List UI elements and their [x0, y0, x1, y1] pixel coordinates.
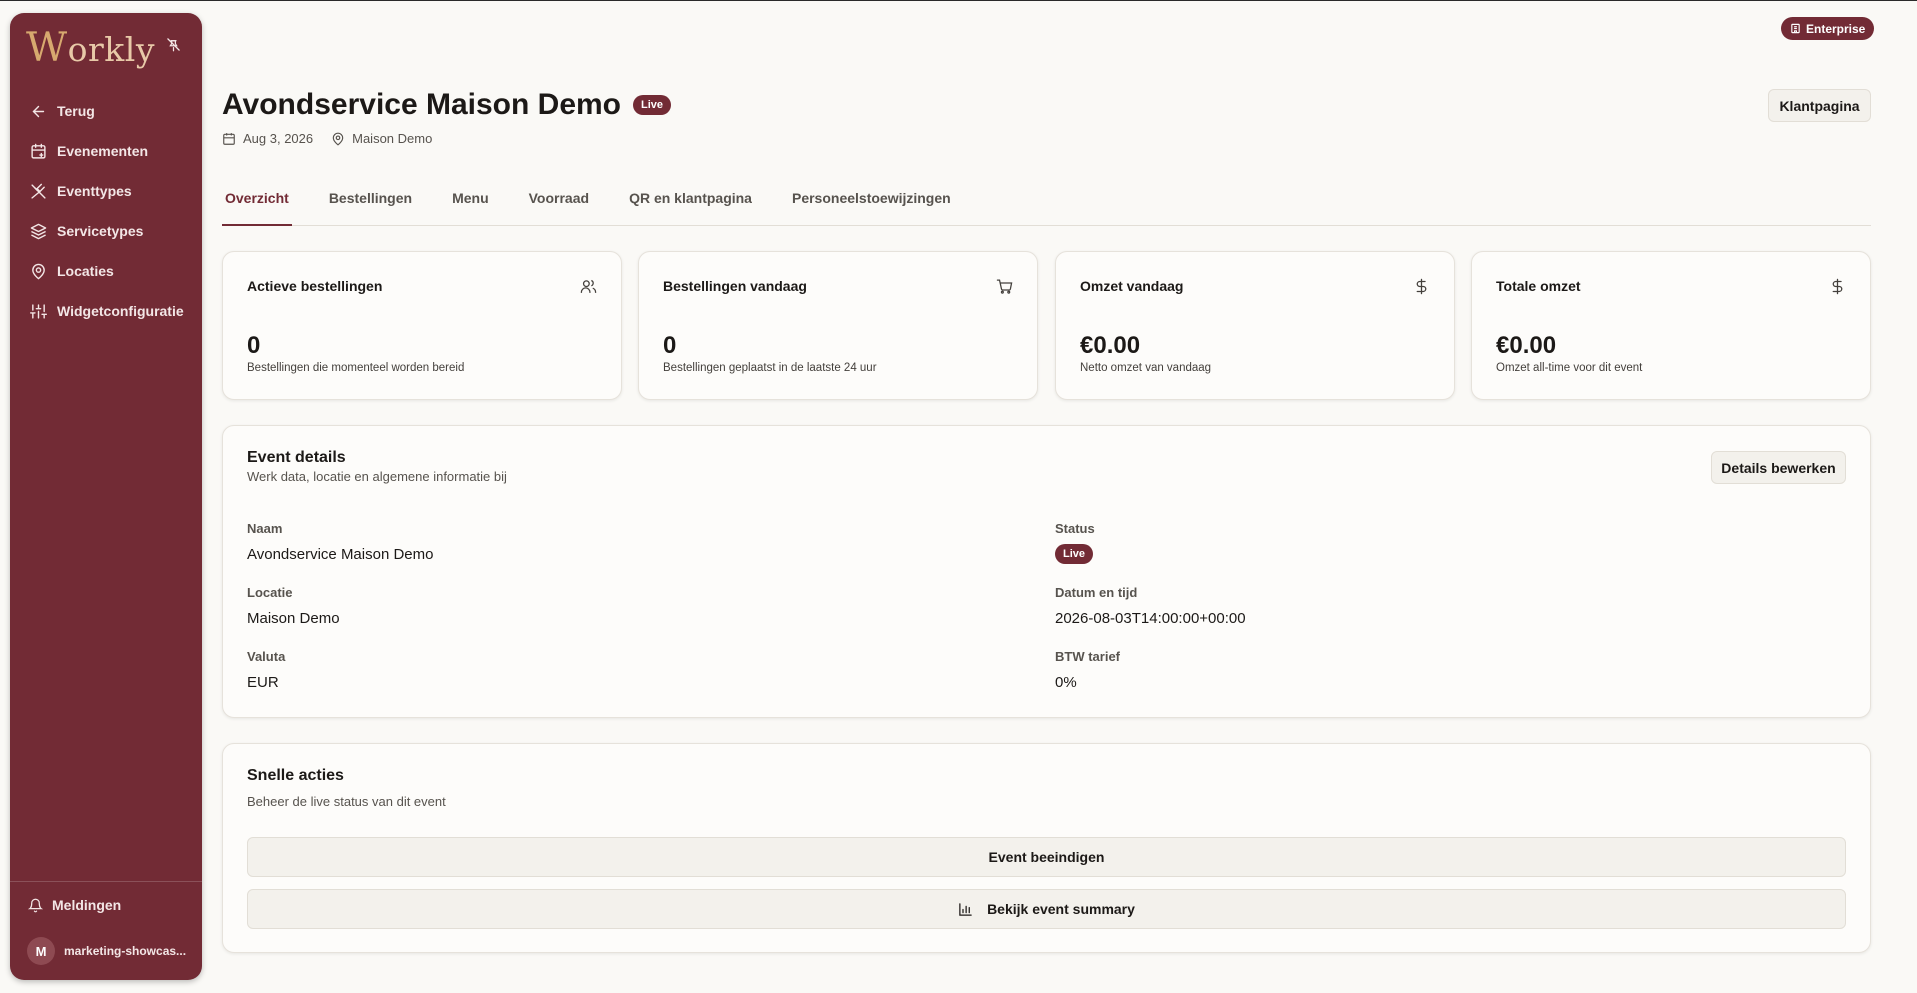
stat-title: Bestellingen vandaag — [663, 278, 807, 294]
tab-bar: Overzicht Bestellingen Menu Voorraad QR … — [222, 184, 1871, 226]
window-top-border — [0, 0, 1917, 1]
notifications-button[interactable]: Meldingen — [28, 897, 121, 913]
stat-value: €0.00 — [1080, 332, 1141, 359]
map-pin-icon — [332, 132, 344, 146]
event-summary-label: Bekijk event summary — [987, 901, 1135, 917]
sidebar-item-label: Widgetconfiguratie — [57, 303, 184, 319]
datetime-label: Datum en tijd — [1055, 585, 1138, 600]
tab-voorraad[interactable]: Voorraad — [526, 184, 592, 226]
utensils-crossed-icon — [31, 183, 46, 199]
stat-description: Omzet all-time voor dit event — [1496, 362, 1643, 374]
sidebar-item-label: Eventtypes — [57, 183, 132, 199]
currency-value: EUR — [247, 674, 279, 691]
status-badge: Live — [633, 95, 672, 115]
event-location: Maison Demo — [352, 131, 433, 146]
currency-label: Valuta — [247, 649, 286, 664]
stat-description: Netto omzet van vandaag — [1080, 362, 1212, 374]
vat-value: 0% — [1055, 674, 1077, 691]
unpin-sidebar-icon[interactable] — [160, 31, 186, 57]
workly-logo[interactable]: Workly — [26, 25, 155, 71]
sidebar-item-label: Terug — [57, 103, 95, 119]
bar-chart-icon — [959, 902, 972, 916]
sidebar-nav: Terug Evenementen Eventtypes Servicetype… — [10, 91, 202, 331]
sidebar-divider — [10, 881, 202, 882]
datetime-value: 2026-08-03T14:00:00+00:00 — [1055, 610, 1246, 627]
name-label: Naam — [247, 521, 283, 536]
stat-card-active-orders: Actieve bestellingen 0 Bestellingen die … — [222, 251, 622, 400]
sidebar: Workly Terug Evenementen Eventtypes Serv… — [10, 13, 202, 980]
section-subtitle: Beheer de live status van dit event — [247, 794, 446, 809]
stat-card-revenue-today: Omzet vandaag €0.00 Netto omzet van vand… — [1055, 251, 1455, 400]
status-label: Status — [1055, 521, 1095, 536]
customer-page-button[interactable]: Klantpagina — [1768, 89, 1871, 122]
status-badge: Live — [1055, 544, 1094, 564]
sidebar-item-evenementen[interactable]: Evenementen — [10, 131, 202, 171]
section-title: Event details — [247, 449, 346, 466]
stat-description: Bestellingen geplaatst in de laatste 24 … — [663, 362, 877, 374]
event-date: Aug 3, 2026 — [243, 131, 314, 146]
stat-value: 0 — [247, 332, 261, 359]
stat-value: 0 — [663, 332, 677, 359]
stat-card-total-revenue: Totale omzet €0.00 Omzet all-time voor d… — [1471, 251, 1871, 400]
event-meta: Aug 3, 2026 Maison Demo — [222, 131, 450, 146]
edit-details-button[interactable]: Details bewerken — [1711, 451, 1846, 484]
calendar-plus-icon — [31, 143, 46, 159]
quick-actions-card: Snelle acties Beheer de live status van … — [222, 743, 1871, 953]
end-event-label: Event beeindigen — [988, 849, 1105, 865]
sidebar-item-terug[interactable]: Terug — [10, 91, 202, 131]
plan-badge: Enterprise — [1781, 17, 1875, 40]
vat-label: BTW tarief — [1055, 649, 1120, 664]
event-summary-button[interactable]: Bekijk event summary — [247, 889, 1846, 929]
tab-menu[interactable]: Menu — [449, 184, 492, 226]
users-icon — [580, 279, 597, 293]
stat-title: Omzet vandaag — [1080, 278, 1184, 294]
avatar: M — [27, 937, 55, 965]
dollar-icon — [1832, 278, 1843, 295]
stat-title: Actieve bestellingen — [247, 278, 383, 294]
name-value: Avondservice Maison Demo — [247, 546, 434, 563]
building-icon — [1791, 23, 1800, 34]
sidebar-item-widgetconfiguratie[interactable]: Widgetconfiguratie — [10, 291, 202, 331]
tab-personeelstoewijzingen[interactable]: Personeelstoewijzingen — [789, 184, 954, 226]
tab-bestellingen[interactable]: Bestellingen — [326, 184, 415, 226]
user-menu[interactable]: M marketing-showcas... — [27, 937, 188, 965]
sidebar-item-servicetypes[interactable]: Servicetypes — [10, 211, 202, 251]
location-value: Maison Demo — [247, 610, 340, 627]
tab-qr-klantpagina[interactable]: QR en klantpagina — [626, 184, 755, 226]
tab-overzicht[interactable]: Overzicht — [222, 184, 292, 226]
event-details-card: Event details Werk data, locatie en alge… — [222, 425, 1871, 718]
stat-description: Bestellingen die momenteel worden bereid — [247, 362, 465, 374]
sidebar-item-label: Evenementen — [57, 143, 149, 159]
stat-value: €0.00 — [1496, 332, 1557, 359]
sidebar-item-eventtypes[interactable]: Eventtypes — [10, 171, 202, 211]
section-title: Snelle acties — [247, 767, 344, 784]
cart-icon — [996, 279, 1013, 294]
stat-card-orders-today: Bestellingen vandaag 0 Bestellingen gepl… — [638, 251, 1038, 400]
page-title: Avondservice Maison Demo Live — [222, 88, 672, 122]
bell-icon — [28, 898, 43, 912]
section-subtitle: Werk data, locatie en algemene informati… — [247, 469, 507, 484]
arrow-left-icon — [32, 105, 45, 117]
sidebar-item-label: Servicetypes — [57, 223, 144, 239]
notifications-label: Meldingen — [52, 897, 122, 913]
sliders-icon — [30, 303, 47, 319]
dollar-icon — [1416, 278, 1427, 295]
user-name: marketing-showcas... — [64, 944, 187, 958]
sidebar-item-label: Locaties — [57, 263, 114, 279]
stat-title: Totale omzet — [1496, 278, 1581, 294]
layers-icon — [30, 223, 47, 239]
location-label: Locatie — [247, 585, 293, 600]
sidebar-item-locaties[interactable]: Locaties — [10, 251, 202, 291]
map-pin-icon — [32, 263, 45, 279]
end-event-button[interactable]: Event beeindigen — [247, 837, 1846, 877]
calendar-icon — [223, 132, 235, 145]
